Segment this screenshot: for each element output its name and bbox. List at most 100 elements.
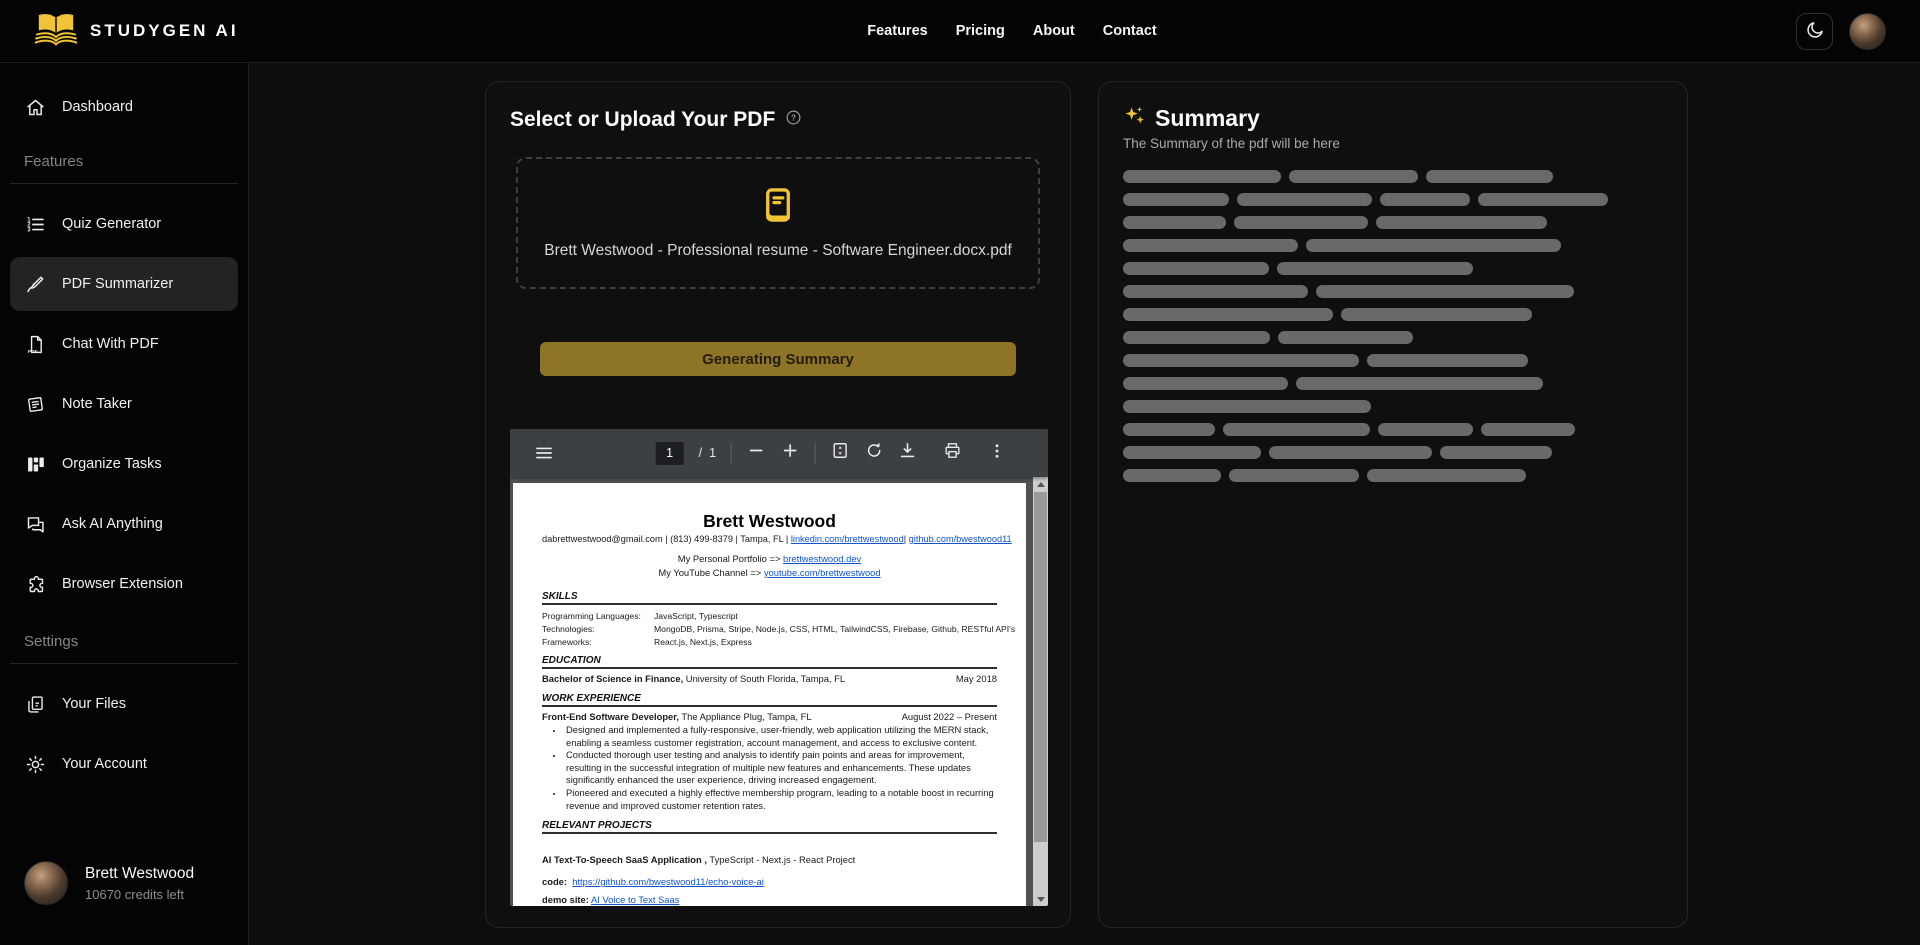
user-name: Brett Westwood [85,865,194,883]
upload-filename: Brett Westwood - Professional resume - S… [544,242,1012,260]
skeleton-bar [1478,193,1608,206]
user-credits: 10670 credits left [85,887,194,902]
skeleton-bar [1380,193,1470,206]
nav-links: Features Pricing About Contact [867,23,1156,39]
upload-dropzone[interactable]: Brett Westwood - Professional resume - S… [516,157,1040,289]
sidebar-item-note-taker[interactable]: Note Taker [10,377,238,431]
resume-link-github[interactable]: github.com/bwestwood11 [909,534,1012,544]
project-title: AI Text-To-Speech SaaS Application , [542,854,707,865]
skeleton-bar [1234,216,1368,229]
nav-link-features[interactable]: Features [867,23,927,39]
fit-page-button[interactable] [831,441,850,465]
pdf-scrollbar[interactable] [1033,477,1048,906]
resume-link-youtube[interactable]: youtube.com/brettwestwood [764,567,881,578]
toolbar-separator [731,443,732,464]
generating-summary-button[interactable]: Generating Summary [540,342,1016,376]
sidebar-item-ask-ai-anything[interactable]: Ask AI Anything [10,497,238,551]
nav-link-contact[interactable]: Contact [1103,23,1157,39]
project-subtitle: TypeScript - Next.js - React Project [707,854,855,865]
sidebar-item-your-files[interactable]: Your Files [10,677,238,731]
more-options-button[interactable] [988,442,1006,465]
skeleton-bar [1440,446,1552,459]
main-content: Select or Upload Your PDF ? Brett Westwo… [249,63,1920,945]
print-button[interactable] [943,441,962,465]
section-heading-education: EDUCATION [542,655,997,669]
resume-link-linkedin[interactable]: linkedin.com/brettwestwood [791,534,904,544]
files-icon [24,693,46,715]
plus-icon [781,441,800,465]
download-button[interactable] [898,441,917,465]
note-icon [24,393,46,415]
page-number-input[interactable] [656,442,684,465]
sidebar-user[interactable]: Brett Westwood 10670 credits left [24,861,194,905]
zoom-in-button[interactable] [781,441,800,465]
scroll-down-button[interactable] [1033,892,1048,906]
skeleton-row [1123,285,1663,298]
scroll-up-button[interactable] [1033,477,1048,491]
help-icon[interactable]: ? [785,109,802,131]
sidebar-item-browser-extension[interactable]: Browser Extension [10,557,238,611]
skeleton-bar [1378,423,1473,436]
education-school: University of South Florida, Tampa, FL [683,673,845,684]
education-degree: Bachelor of Science in Finance, [542,673,683,684]
sidebar-item-organize-tasks[interactable]: Organize Tasks [10,437,238,491]
project-code-label: code: [542,876,567,887]
theme-toggle-button[interactable] [1796,13,1833,50]
skeleton-bar [1223,423,1370,436]
skeleton-bar [1229,469,1359,482]
rotate-button[interactable] [865,441,884,465]
kanban-icon [24,453,46,475]
skeleton-row [1123,308,1663,321]
nav-link-pricing[interactable]: Pricing [956,23,1005,39]
skeleton-bar [1123,354,1359,367]
sidebar-settings-list: Your Files Your Account [10,677,238,791]
skeleton-row [1123,331,1663,344]
project-demo-link[interactable]: AI Voice to Text Saas [591,894,679,905]
skeleton-row [1123,170,1663,183]
sidebar-item-your-account[interactable]: Your Account [10,737,238,791]
skeleton-bar [1123,239,1298,252]
skeleton-bar [1481,423,1575,436]
skeleton-bar [1123,331,1270,344]
brand[interactable]: STUDYGEN AI [32,10,239,53]
svg-text:3: 3 [27,227,31,233]
nav-link-about[interactable]: About [1033,23,1075,39]
header-avatar[interactable] [1849,13,1886,50]
kebab-icon [988,442,1006,465]
resume-youtube-label: My YouTube Channel => [658,567,763,578]
project-code-link[interactable]: https://github.com/bwestwood11/echo-voic… [572,876,764,887]
skeleton-row [1123,377,1663,390]
download-icon [898,441,917,465]
skeleton-row [1123,423,1663,436]
skeleton-bar [1123,262,1269,275]
sidebar-item-pdf-summarizer[interactable]: PDF Summarizer [10,257,238,311]
settings-section-label: Settings [24,633,224,650]
sidebar-item-label: Organize Tasks [62,456,162,472]
education-row: Bachelor of Science in Finance, Universi… [542,673,997,685]
summary-card: Summary The Summary of the pdf will be h… [1098,81,1688,928]
sidebar-item-dashboard[interactable]: Dashboard [10,83,238,131]
skeleton-bar [1376,216,1547,229]
project-demo-label: demo site: [542,894,589,905]
skeleton-row [1123,239,1663,252]
resume-link-portfolio[interactable]: brettwestwood.dev [783,553,861,564]
zoom-out-button[interactable] [747,441,766,465]
pdf-page: Brett Westwood dabrettwestwood@gmail.com… [513,483,1026,906]
scrollbar-thumb[interactable] [1034,492,1047,842]
sidebar-item-quiz-generator[interactable]: 123Quiz Generator [10,197,238,251]
menu-button[interactable] [534,443,554,468]
skill-row: Programming Languages:JavaScript, Typesc… [542,610,997,623]
pdf-file-icon: PDF [24,333,46,355]
app: STUDYGEN AI FeaturesPricingAboutContact … [0,0,1920,945]
sidebar-item-chat-with-pdf[interactable]: PDFChat With PDF [10,317,238,371]
project-demo-line: demo site: AI Voice to Text Saas [542,894,997,906]
skeleton-row [1123,400,1663,413]
project-title-line: AI Text-To-Speech SaaS Application , Typ… [542,854,997,866]
skill-label: Programming Languages: [542,610,654,623]
experience-bullet: Conducted thorough user testing and anal… [564,749,997,787]
sidebar-features-list: 123Quiz Generator PDF Summarizer PDFChat W… [10,197,238,611]
skill-value: MongoDB, Prisma, Stripe, Node.js, CSS, H… [654,623,1015,636]
skeleton-bar [1123,400,1371,413]
section-heading-experience: WORK EXPERIENCE [542,693,997,707]
skeleton-row [1123,469,1663,482]
